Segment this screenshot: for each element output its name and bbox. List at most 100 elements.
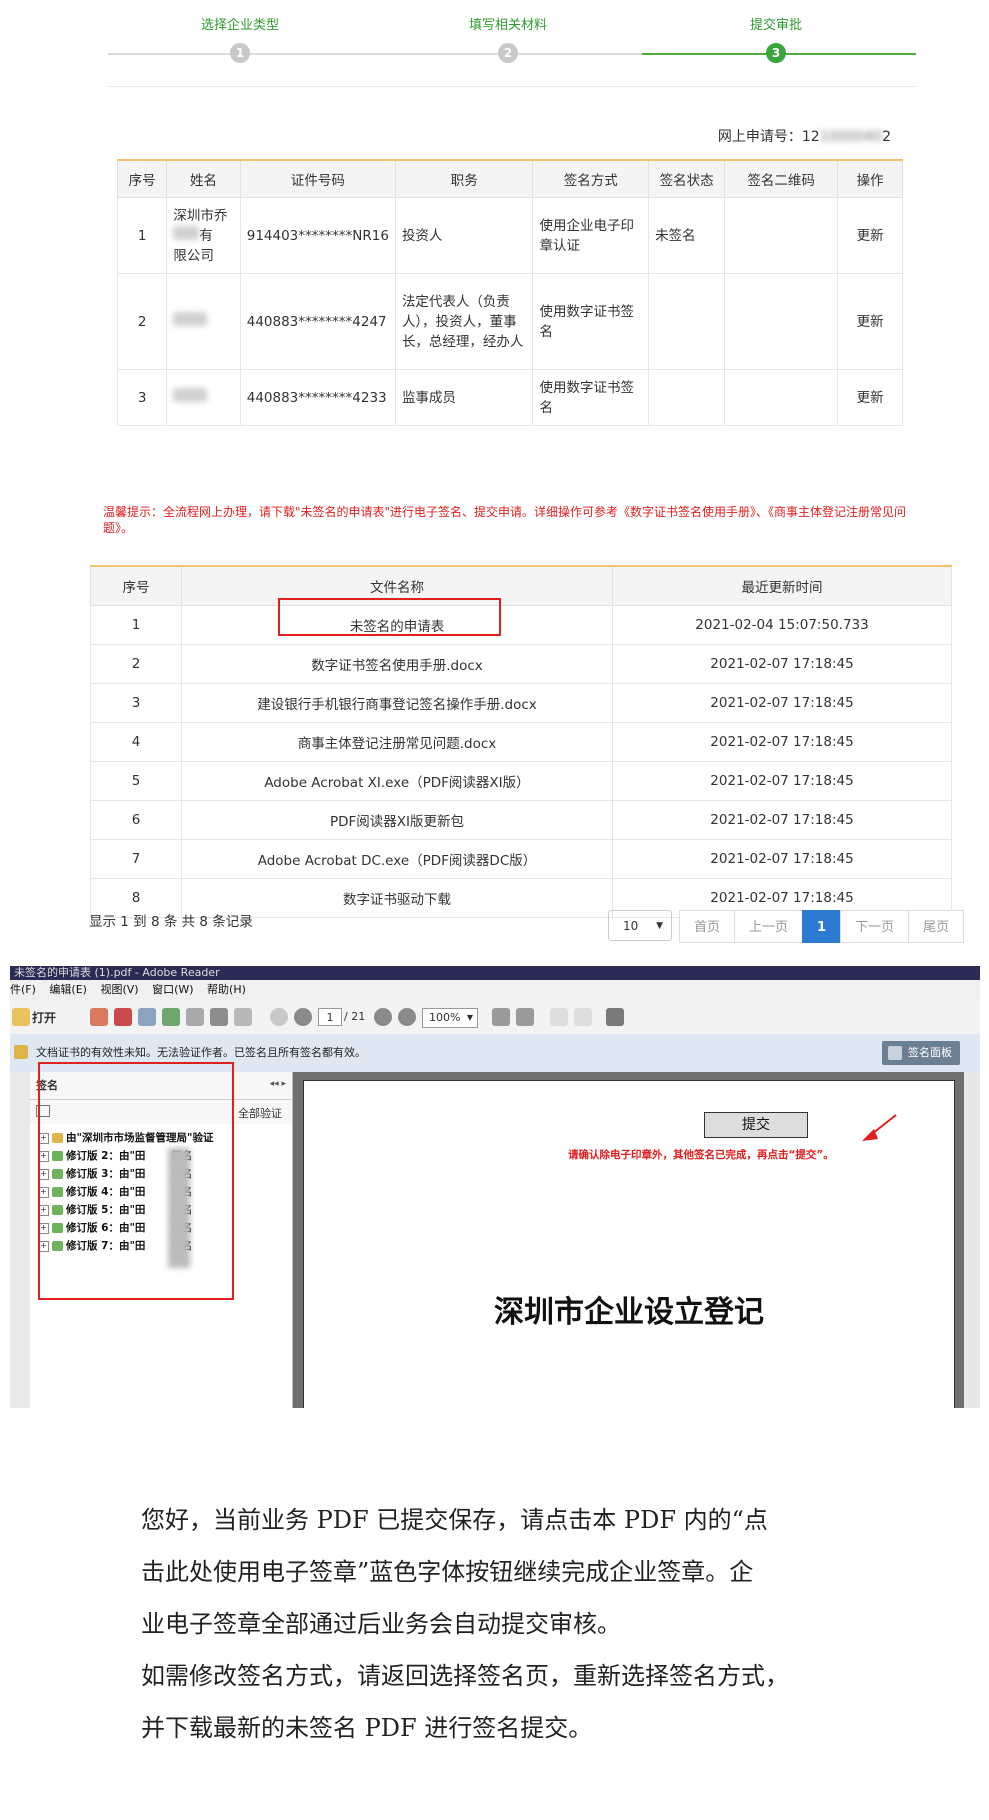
col-header: 签名二维码 [724, 159, 839, 198]
zoom-in-icon[interactable] [398, 1008, 416, 1026]
highlight-box [38, 1062, 234, 1300]
cell-method: 使用企业电子印章认证 [532, 197, 650, 274]
redacted-name [173, 225, 200, 240]
cell-no: 1 [90, 605, 182, 645]
cell-time: 2021-02-07 17:18:45 [612, 722, 952, 762]
print-icon[interactable] [210, 1008, 228, 1026]
fullscreen-icon[interactable] [606, 1008, 624, 1026]
collapse-icon[interactable]: ◂◂ ▸ [270, 1079, 286, 1089]
zoom-select[interactable]: 100% ▼ [422, 1008, 478, 1028]
signers-table: 序号 姓名 证件号码 职务 签名方式 签名状态 签名二维码 操作 1 深圳市乔有… [116, 159, 903, 426]
cell-role: 法定代表人（负责人），投资人，董事长，总经理，经办人 [394, 273, 534, 370]
paragraph-line: 如需修改签名方式，请返回选择签名页，重新选择签名方式， [141, 1662, 789, 1690]
warm-tip: 温馨提示：全流程网上办理，请下载"未签名的申请表"进行电子签名、提交申请。详细操… [103, 505, 907, 535]
update-link[interactable]: 更新 [837, 273, 903, 370]
pdf-submit-button[interactable]: 提交 [704, 1112, 808, 1138]
export-pdf-icon[interactable] [114, 1008, 132, 1026]
record-summary: 显示 1 到 8 条 共 8 条记录 [89, 914, 253, 930]
vertical-scrollbar[interactable] [964, 1072, 980, 1408]
col-header: 签名状态 [648, 159, 726, 198]
highlight-icon[interactable] [574, 1008, 592, 1026]
page-size-value: 10 [623, 919, 639, 933]
edit-icon[interactable] [138, 1008, 156, 1026]
table-row: 4 商事主体登记注册常见问题.docx 2021-02-07 17:18:45 [90, 722, 952, 762]
cell-name: 深圳市乔有限公司 [166, 197, 241, 274]
cell-qr [724, 197, 839, 274]
submit-instruction: 请确认除电子印章外，其他签名已完成，再点击“提交”。 [568, 1149, 834, 1161]
signature-panel-button[interactable]: 签名面板 [882, 1041, 960, 1065]
menu-file[interactable]: 件(F) [10, 983, 36, 996]
page-size-select[interactable]: 10 ▼ [608, 910, 672, 941]
table-row: 1 深圳市乔有限公司 914403********NR16 投资人 使用企业电子… [116, 197, 903, 274]
menu-help[interactable]: 帮助(H) [207, 983, 246, 996]
col-header: 职务 [394, 159, 534, 198]
file-link[interactable]: 数字证书签名使用手册.docx [181, 644, 613, 684]
mail-icon[interactable] [234, 1008, 252, 1026]
highlight-box [278, 598, 501, 636]
file-link[interactable]: Adobe Acrobat XI.exe（PDF阅读器XI版） [181, 761, 613, 801]
cell-id: 914403********NR16 [239, 197, 396, 274]
next-page-button[interactable]: 下一页 [840, 910, 910, 943]
step-3-label: 提交审批 [749, 18, 802, 33]
menu-view[interactable]: 视图(V) [100, 983, 138, 996]
menu-edit[interactable]: 编辑(E) [49, 983, 87, 996]
cell-name [166, 273, 241, 370]
step-3-dot: 3 [766, 43, 786, 63]
document-title: 深圳市企业设立登记 [494, 1295, 764, 1330]
open-button[interactable]: 打开 [32, 1009, 56, 1026]
cell-method: 使用数字证书签名 [532, 273, 650, 370]
menu-window[interactable]: 窗口(W) [152, 983, 193, 996]
file-link[interactable]: PDF阅读器XI版更新包 [181, 800, 613, 840]
file-link[interactable]: 建设银行手机银行商事登记签名操作手册.docx [181, 683, 613, 723]
cell-id: 440883********4233 [239, 369, 396, 426]
application-number-suffix: 2 [882, 129, 891, 145]
paragraph-line: 您好，当前业务 PDF 已提交保存，请点击本 PDF 内的“点 [141, 1506, 768, 1534]
zoom-out-icon[interactable] [374, 1008, 392, 1026]
toolbar: 打开 1 / 21 100% ▼ [10, 1000, 980, 1035]
name-part: 限公司 [173, 247, 214, 264]
create-pdf-icon[interactable] [90, 1008, 108, 1026]
pen-icon [888, 1046, 902, 1060]
file-link[interactable]: 商事主体登记注册常见问题.docx [181, 722, 613, 762]
last-page-button[interactable]: 尾页 [908, 910, 965, 943]
cell-status: 未签名 [648, 197, 726, 274]
verify-all-button[interactable]: 全部验证 [238, 1105, 282, 1121]
cell-no: 3 [116, 369, 168, 426]
cell-no: 6 [90, 800, 182, 840]
caret-down-icon: ▼ [466, 1013, 473, 1022]
table-row: 6 PDF阅读器XI版更新包 2021-02-07 17:18:45 [90, 800, 952, 840]
signature-panel-label: 签名面板 [908, 1046, 952, 1059]
page-number-input[interactable]: 1 [318, 1008, 342, 1026]
caret-down-icon: ▼ [656, 921, 663, 931]
step-1-dot: 1 [230, 43, 250, 63]
update-link[interactable]: 更新 [837, 369, 903, 426]
update-link[interactable]: 更新 [837, 197, 903, 274]
fit-page-icon[interactable] [492, 1008, 510, 1026]
document-view: 提交 请确认除电子印章外，其他签名已完成，再点击“提交”。 深圳市企业设立登记 [293, 1072, 980, 1408]
table-row: 2 数字证书签名使用手册.docx 2021-02-07 17:18:45 [90, 644, 952, 684]
cell-qr [724, 369, 839, 426]
table-row: 5 Adobe Acrobat XI.exe（PDF阅读器XI版） 2021-02-… [90, 761, 952, 801]
comment-icon[interactable] [550, 1008, 568, 1026]
col-header: 姓名 [166, 159, 241, 198]
cell-name [166, 369, 241, 426]
certificate-icon [14, 1045, 28, 1059]
page-up-icon[interactable] [270, 1008, 288, 1026]
paragraph-line: 并下载最新的未签名 PDF 进行签名提交。 [141, 1714, 593, 1742]
cell-role: 投资人 [394, 197, 534, 274]
cell-time: 2021-02-04 15:07:50.733 [612, 605, 952, 645]
col-header: 序号 [116, 159, 168, 198]
fit-width-icon[interactable] [516, 1008, 534, 1026]
folder-icon[interactable] [12, 1008, 30, 1026]
zoom-value: 100% [429, 1011, 461, 1024]
first-page-button[interactable]: 首页 [679, 910, 736, 943]
page-1-button[interactable]: 1 [802, 910, 842, 943]
cloud-upload-icon[interactable] [162, 1008, 180, 1026]
page-down-icon[interactable] [294, 1008, 312, 1026]
col-header: 证件号码 [239, 159, 396, 198]
save-icon[interactable] [186, 1008, 204, 1026]
file-link[interactable]: Adobe Acrobat DC.exe（PDF阅读器DC版） [181, 839, 613, 879]
cell-time: 2021-02-07 17:18:45 [612, 683, 952, 723]
step-1-label: 选择企业类型 [200, 18, 279, 33]
prev-page-button[interactable]: 上一页 [734, 910, 804, 943]
